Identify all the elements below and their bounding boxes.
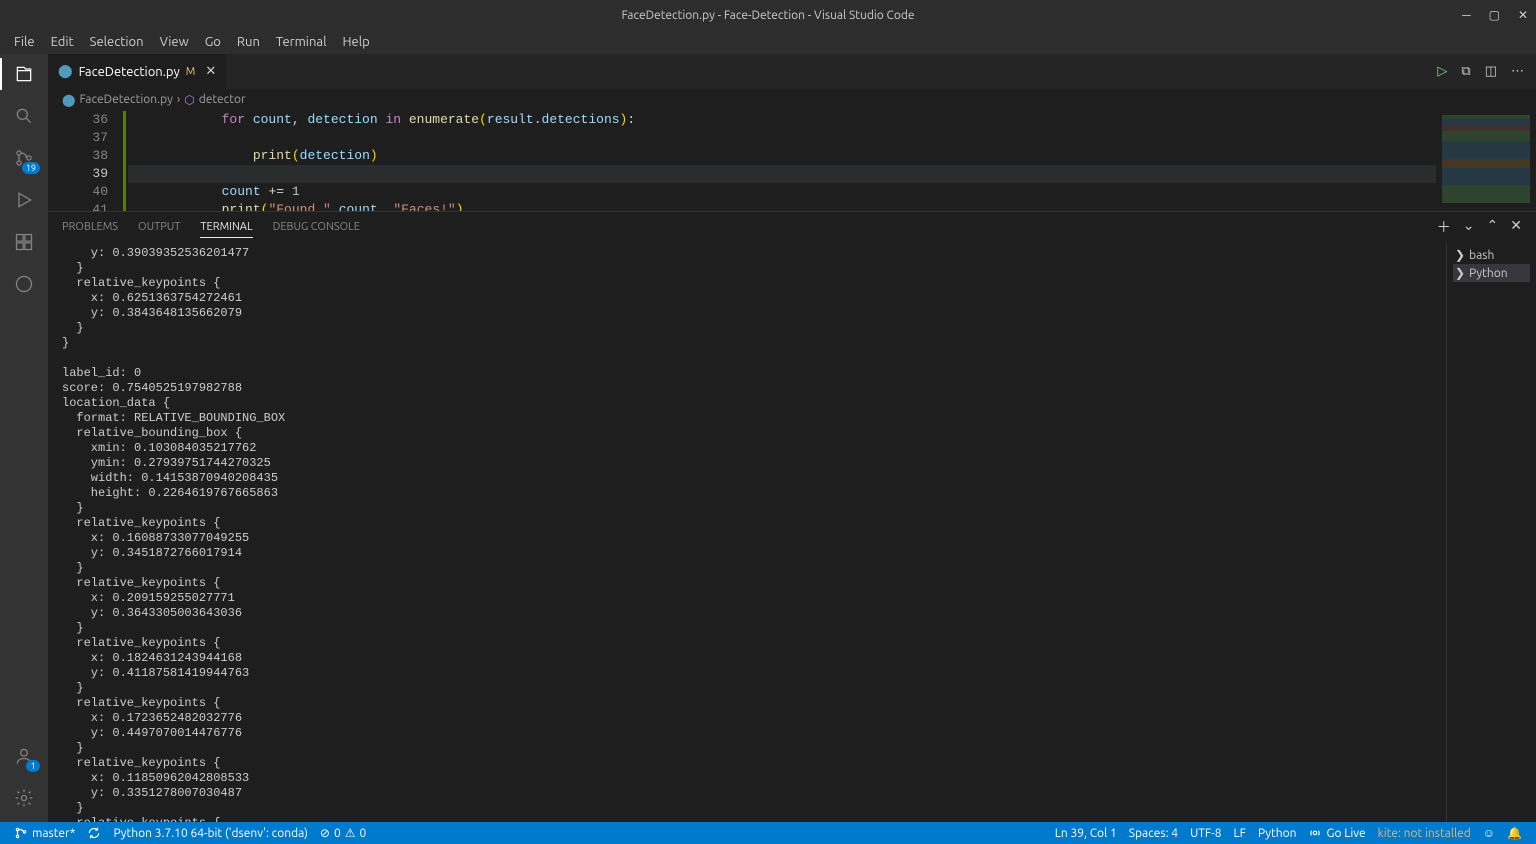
window-controls: ─ ▢ ✕ xyxy=(1462,8,1528,22)
terminal-list: ❯ bash ❯ Python xyxy=(1446,242,1536,822)
scm-badge: 19 xyxy=(22,162,40,174)
tab-facedetection[interactable]: ⬤ FaceDetection.py M ✕ xyxy=(48,54,227,89)
tab-output[interactable]: OUTPUT xyxy=(138,217,180,237)
breadcrumb[interactable]: ⬤ FaceDetection.py › ⬡ detector xyxy=(48,89,1536,111)
menu-go[interactable]: Go xyxy=(197,35,229,49)
symbol-method-icon: ⬡ xyxy=(184,93,194,107)
status-cursor[interactable]: Ln 39, Col 1 xyxy=(1049,827,1123,840)
status-branch[interactable]: master* xyxy=(8,826,81,840)
breadcrumb-sep: › xyxy=(177,93,180,106)
line-gutter: 36 37 38 39 40 41 42 xyxy=(48,111,128,211)
menu-help[interactable]: Help xyxy=(334,35,377,49)
bottom-panel: PROBLEMS OUTPUT TERMINAL DEBUG CONSOLE ＋… xyxy=(48,211,1536,822)
tab-debug-console[interactable]: DEBUG CONSOLE xyxy=(273,217,360,237)
tab-problems[interactable]: PROBLEMS xyxy=(62,217,118,237)
menu-edit[interactable]: Edit xyxy=(43,35,82,49)
status-kite[interactable]: kite: not installed xyxy=(1372,827,1477,840)
terminal-output[interactable]: y: 0.39039352536201477 } relative_keypoi… xyxy=(48,242,1446,822)
terminal-shell-icon: ❯ xyxy=(1455,248,1465,262)
tab-filename: FaceDetection.py xyxy=(79,65,180,79)
menu-view[interactable]: View xyxy=(152,35,197,49)
tab-bar: ⬤ FaceDetection.py M ✕ ▷ ⧉ ◫ ⋯ xyxy=(48,54,1536,89)
explorer-icon[interactable] xyxy=(12,62,36,86)
github-icon[interactable] xyxy=(12,272,36,296)
minimap-content xyxy=(1442,115,1530,203)
status-spaces[interactable]: Spaces: 4 xyxy=(1123,827,1184,840)
breadcrumb-file[interactable]: FaceDetection.py xyxy=(79,93,172,106)
warning-icon: ⚠ xyxy=(345,826,356,840)
tab-terminal[interactable]: TERMINAL xyxy=(200,217,252,238)
status-encoding[interactable]: UTF-8 xyxy=(1184,827,1227,840)
maximize-panel-icon[interactable]: ⌃ xyxy=(1487,217,1499,237)
accounts-badge: 1 xyxy=(26,760,40,772)
panel-body: y: 0.39039352536201477 } relative_keypoi… xyxy=(48,242,1536,822)
code-content[interactable]: for count, detection in enumerate(result… xyxy=(128,111,1436,211)
source-control-icon[interactable]: 19 xyxy=(12,146,36,170)
window-title: FaceDetection.py - Face-Detection - Visu… xyxy=(621,9,914,22)
extensions-icon[interactable] xyxy=(12,230,36,254)
maximize-button[interactable]: ▢ xyxy=(1489,8,1500,22)
status-language[interactable]: Python xyxy=(1252,827,1303,840)
status-golive[interactable]: Go Live xyxy=(1302,826,1371,840)
status-python-env[interactable]: Python 3.7.10 64-bit ('dsenv': conda) xyxy=(107,827,313,840)
terminal-item-python[interactable]: ❯ Python xyxy=(1453,264,1530,282)
panel-tabs: PROBLEMS OUTPUT TERMINAL DEBUG CONSOLE ＋… xyxy=(48,212,1536,242)
settings-gear-icon[interactable] xyxy=(12,786,36,810)
python-file-icon: ⬤ xyxy=(58,64,73,79)
code-editor[interactable]: 36 37 38 39 40 41 42 for count, detectio… xyxy=(48,111,1536,211)
tab-modified-indicator: M xyxy=(186,66,196,78)
minimize-button[interactable]: ─ xyxy=(1462,8,1471,22)
split-editor-icon[interactable]: ◫ xyxy=(1485,64,1497,79)
terminal-dropdown-icon[interactable]: ⌄ xyxy=(1463,217,1475,237)
menu-run[interactable]: Run xyxy=(229,35,268,49)
status-sync[interactable] xyxy=(81,826,107,840)
error-icon: ⊘ xyxy=(320,826,330,840)
editor-group: ⬤ FaceDetection.py M ✕ ▷ ⧉ ◫ ⋯ ⬤ FaceDet… xyxy=(48,54,1536,822)
editor-actions: ▷ ⧉ ◫ ⋯ xyxy=(1437,54,1536,89)
accounts-icon[interactable]: 1 xyxy=(12,744,36,768)
breadcrumb-symbol[interactable]: detector xyxy=(199,93,246,106)
terminal-item-bash[interactable]: ❯ bash xyxy=(1453,246,1530,264)
split-compare-icon[interactable]: ⧉ xyxy=(1461,64,1470,79)
status-problems[interactable]: ⊘0 ⚠0 xyxy=(314,826,372,840)
status-eol[interactable]: LF xyxy=(1228,827,1252,840)
terminal-text: y: 0.39039352536201477 } relative_keypoi… xyxy=(62,246,285,822)
new-terminal-icon[interactable]: ＋ xyxy=(1437,217,1451,237)
title-bar: FaceDetection.py - Face-Detection - Visu… xyxy=(0,0,1536,30)
close-panel-icon[interactable]: ✕ xyxy=(1510,217,1522,237)
status-feedback-icon[interactable]: ☺ xyxy=(1477,826,1501,840)
minimap[interactable] xyxy=(1436,111,1536,211)
menu-terminal[interactable]: Terminal xyxy=(268,35,335,49)
menu-selection[interactable]: Selection xyxy=(82,35,152,49)
status-bell-icon[interactable]: 🔔 xyxy=(1501,826,1528,840)
status-bar: master* Python 3.7.10 64-bit ('dsenv': c… xyxy=(0,822,1536,844)
search-icon[interactable] xyxy=(12,104,36,128)
main-area: 19 1 ⬤ FaceDetection.py M xyxy=(0,54,1536,822)
tab-close-icon[interactable]: ✕ xyxy=(205,64,216,79)
close-window-button[interactable]: ✕ xyxy=(1518,8,1528,22)
activity-bar: 19 1 xyxy=(0,54,48,822)
menu-bar: File Edit Selection View Go Run Terminal… xyxy=(0,30,1536,54)
panel-actions: ＋ ⌄ ⌃ ✕ xyxy=(1437,217,1522,237)
more-actions-icon[interactable]: ⋯ xyxy=(1511,64,1524,79)
run-debug-icon[interactable] xyxy=(12,188,36,212)
menu-file[interactable]: File xyxy=(6,35,43,49)
terminal-shell-icon: ❯ xyxy=(1455,266,1465,280)
run-file-icon[interactable]: ▷ xyxy=(1437,64,1447,79)
python-file-icon: ⬤ xyxy=(62,93,75,107)
